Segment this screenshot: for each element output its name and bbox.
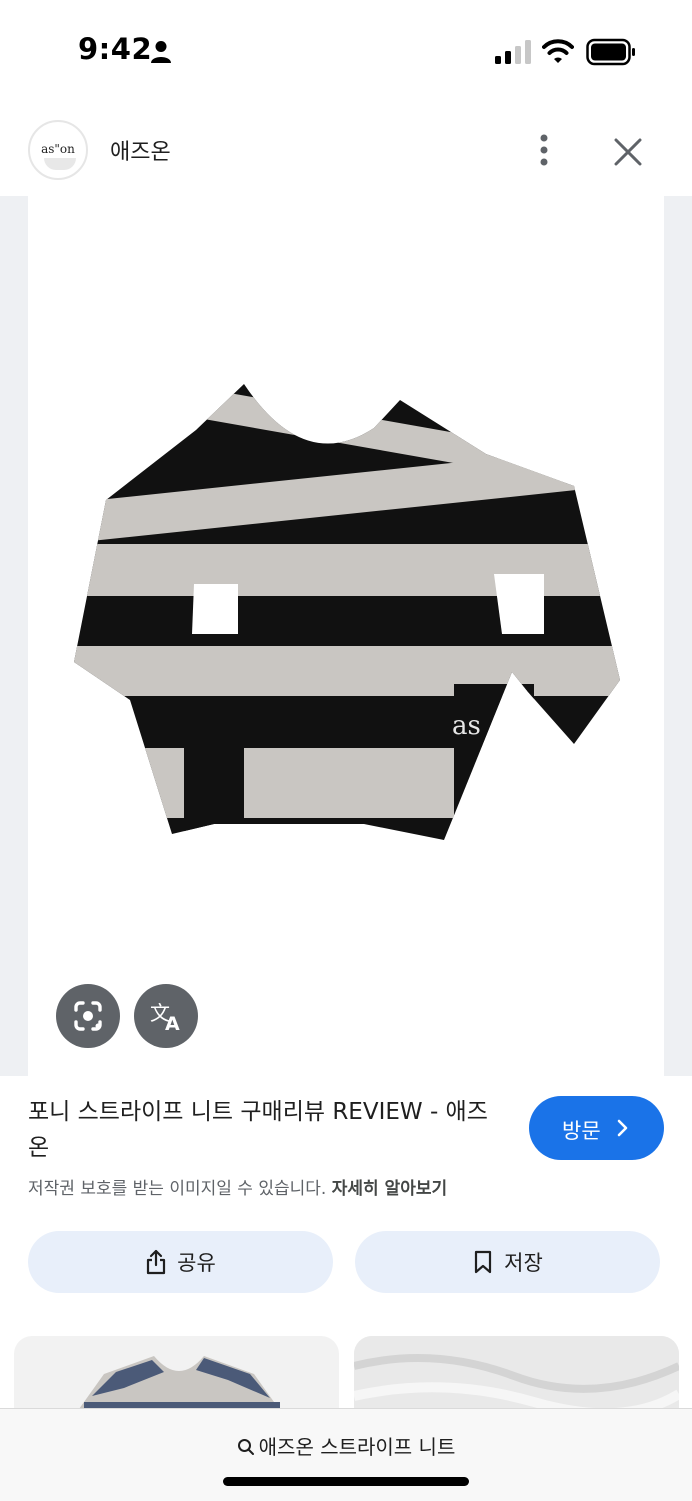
bookmark-icon: [475, 1250, 492, 1274]
share-label: 공유: [177, 1251, 216, 1275]
image-viewer: as 文 A: [0, 196, 692, 1076]
svg-text:A: A: [165, 1013, 180, 1035]
related-fabric-image: [354, 1336, 679, 1416]
related-image-thumbnail[interactable]: [14, 1336, 339, 1416]
site-name[interactable]: 애즈온: [110, 134, 171, 166]
save-label: 저장: [504, 1251, 543, 1275]
brand-mark: as: [452, 711, 481, 741]
status-time: 9:42: [78, 32, 153, 66]
site-logo[interactable]: as"on: [28, 120, 88, 180]
logo-swoosh: [44, 158, 76, 170]
copyright-text: 저작권 보호를 받는 이미지일 수 있습니다.: [28, 1179, 327, 1199]
result-title[interactable]: 포니 스트라이프 니트 구매리뷰 REVIEW - 애즈온: [28, 1094, 508, 1166]
copyright-notice: 저작권 보호를 받는 이미지일 수 있습니다. 자세히 알아보기: [28, 1174, 447, 1199]
person-icon: [151, 41, 171, 63]
chevron-right-icon: [617, 1119, 628, 1137]
visit-label: 방문: [562, 1119, 601, 1143]
google-lens-button[interactable]: [56, 984, 120, 1048]
status-bar: 9:42: [0, 0, 692, 100]
related-sweater-image: [74, 1356, 284, 1416]
result-info: 포니 스트라이프 니트 구매리뷰 REVIEW - 애즈온 방문 저작권 보호를…: [0, 1076, 692, 1326]
save-button[interactable]: 저장: [355, 1231, 660, 1293]
logo-text: as"on: [41, 142, 75, 156]
home-indicator: [223, 1477, 469, 1486]
translate-button[interactable]: 文 A: [134, 984, 198, 1048]
more-options-icon[interactable]: [526, 128, 562, 172]
search-icon: [237, 1439, 254, 1455]
bottom-search-bar: 애즈온 스트라이프 니트: [0, 1408, 692, 1501]
google-lens-icon: [74, 1001, 102, 1031]
share-icon: [147, 1249, 166, 1275]
learn-more-link[interactable]: 자세히 알아보기: [332, 1179, 447, 1199]
battery-icon: [586, 38, 635, 66]
share-button[interactable]: 공유: [28, 1231, 333, 1293]
visit-button[interactable]: 방문: [529, 1096, 664, 1160]
related-image-thumbnail[interactable]: [354, 1336, 679, 1416]
cellular-signal-icon: [495, 40, 531, 64]
close-icon[interactable]: [606, 130, 650, 174]
search-query: 애즈온 스트라이프 니트: [258, 1435, 456, 1459]
result-header: as"on 애즈온: [0, 110, 692, 196]
product-image[interactable]: as: [74, 384, 620, 848]
translate-icon: 文 A: [150, 1001, 180, 1035]
wifi-icon: [542, 39, 574, 63]
search-query-chip[interactable]: 애즈온 스트라이프 니트: [0, 1431, 692, 1460]
image-canvas: as 文 A: [28, 196, 664, 1076]
